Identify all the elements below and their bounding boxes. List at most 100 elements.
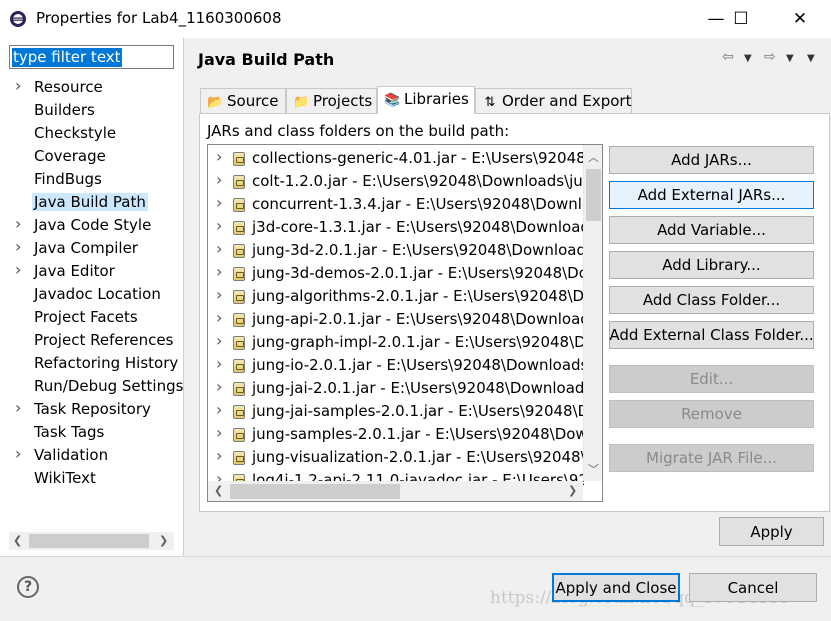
remove-button[interactable]: Remove [609,400,814,428]
back-menu-chevron-icon[interactable]: ▼ [744,53,752,64]
expand-arrow-icon[interactable]: › [216,216,222,235]
library-row[interactable]: › jung-algorithms-2.0.1.jar - E:\Users\92… [208,285,584,308]
library-row[interactable]: › collections-generic-4.01.jar - E:\Users… [208,147,584,170]
tree-item[interactable]: › Task Repository [0,398,184,421]
library-row-label: collections-generic-4.01.jar - E:\Users\… [252,149,584,167]
library-row-label: jung-graph-impl-2.0.1.jar - E:\Users\920… [252,333,584,351]
expand-arrow-icon[interactable]: › [216,308,222,327]
library-row[interactable]: › jung-3d-demos-2.0.1.jar - E:\Users\9204… [208,262,584,285]
library-row[interactable]: › jung-samples-2.0.1.jar - E:\Users\92048… [208,423,584,446]
maximize-button[interactable]: ☐ [718,0,764,38]
expand-arrow-icon[interactable]: › [216,170,222,189]
expand-arrow-icon[interactable]: › [216,400,222,419]
tree-item[interactable]: › Java Editor [0,260,184,283]
migrate-jar-button[interactable]: Migrate JAR File... [609,444,814,472]
apply-button[interactable]: Apply [719,517,824,546]
jar-file-icon [233,451,245,465]
tree-scroll-thumb[interactable] [29,534,149,548]
tree-item[interactable]: Coverage [0,145,184,168]
tree-item[interactable]: Project References [0,329,184,352]
tree-item[interactable]: Run/Debug Settings [0,375,184,398]
scroll-left-icon[interactable]: ❮ [13,534,22,547]
library-row[interactable]: › j3d-core-1.3.1.jar - E:\Users\92048\Dow… [208,216,584,239]
page-title: Java Build Path [198,50,335,69]
list-vertical-scrollbar[interactable]: ︿ ﹀ [583,145,602,481]
expand-arrow-icon[interactable]: › [15,237,21,256]
add-library-button[interactable]: Add Library... [609,251,814,279]
expand-arrow-icon[interactable]: › [216,446,222,465]
library-row[interactable]: › jung-io-2.0.1.jar - E:\Users\92048\Down… [208,354,584,377]
tree-item[interactable]: Project Facets [0,306,184,329]
expand-arrow-icon[interactable]: › [216,423,222,442]
tree-item[interactable]: › Resource [0,76,184,99]
list-horizontal-scrollbar[interactable]: ❮ ❯ [208,481,583,501]
tab-order-and-export[interactable]: ⇅ Order and Export [475,88,632,113]
library-list[interactable]: › collections-generic-4.01.jar - E:\Users… [207,144,603,502]
expand-arrow-icon[interactable]: › [216,285,222,304]
view-menu-icon[interactable]: ▼ [807,53,815,64]
scroll-left-icon[interactable]: ❮ [214,484,223,497]
tree-item[interactable]: Builders [0,99,184,122]
expand-arrow-icon[interactable]: › [216,262,222,281]
scroll-right-icon[interactable]: ❯ [159,534,168,547]
expand-arrow-icon[interactable]: › [15,260,21,279]
tree-item[interactable]: › Java Code Style [0,214,184,237]
tab-source[interactable]: 📂 Source [200,88,286,113]
jar-file-icon [233,405,245,419]
scroll-down-icon[interactable]: ﹀ [588,461,599,477]
forward-arrow-icon[interactable]: ⇨ [764,49,776,65]
cancel-button[interactable]: Cancel [689,573,817,602]
expand-arrow-icon[interactable]: › [216,331,222,350]
expand-arrow-icon[interactable]: › [216,377,222,396]
forward-menu-chevron-icon[interactable]: ▼ [786,53,794,64]
expand-arrow-icon[interactable]: › [15,214,21,233]
library-row-label: jung-samples-2.0.1.jar - E:\Users\92048\… [252,425,584,443]
add-external-jars-button[interactable]: Add External JARs... [609,181,814,209]
add-class-folder-button[interactable]: Add Class Folder... [609,286,814,314]
library-row[interactable]: › jung-graph-impl-2.0.1.jar - E:\Users\92… [208,331,584,354]
expand-arrow-icon[interactable]: › [15,398,21,417]
scroll-up-icon[interactable]: ︿ [588,149,599,165]
expand-arrow-icon[interactable]: › [216,354,222,373]
tree-item[interactable]: › Validation [0,444,184,467]
list-vertical-thumb[interactable] [586,169,601,221]
tree-item[interactable]: Javadoc Location [0,283,184,306]
help-icon[interactable]: ? [17,576,39,598]
library-row[interactable]: › jung-jai-samples-2.0.1.jar - E:\Users\9… [208,400,584,423]
close-button[interactable]: ✕ [777,0,823,38]
expand-arrow-icon[interactable]: › [15,444,21,463]
library-row[interactable]: › jung-jai-2.0.1.jar - E:\Users\92048\Dow… [208,377,584,400]
filter-input[interactable]: type filter text [9,45,174,69]
expand-arrow-icon[interactable]: › [216,147,222,166]
tree-item[interactable]: FindBugs [0,168,184,191]
library-row[interactable]: › colt-1.2.0.jar - E:\Users\92048\Downloa… [208,170,584,193]
list-horizontal-thumb[interactable] [230,484,400,499]
jar-file-icon [233,359,245,373]
expand-arrow-icon[interactable]: › [15,76,21,95]
scroll-right-icon[interactable]: ❯ [568,484,577,497]
filter-input-text: type filter text [12,48,122,67]
window-title: Properties for Lab4_1160300608 [36,9,282,27]
tree-horizontal-scrollbar[interactable]: ❮ ❯ [9,532,174,550]
tree-item[interactable]: WikiText [0,467,184,490]
library-row[interactable]: › jung-api-2.0.1.jar - E:\Users\92048\Dow… [208,308,584,331]
library-row[interactable]: › jung-3d-2.0.1.jar - E:\Users\92048\Down… [208,239,584,262]
tree-item[interactable]: Checkstyle [0,122,184,145]
apply-and-close-button[interactable]: Apply and Close [552,573,680,602]
tab-libraries[interactable]: 📚 Libraries [377,86,475,114]
expand-arrow-icon[interactable]: › [216,239,222,258]
tab-projects[interactable]: 📁 Projects [286,88,377,113]
library-row[interactable]: › jung-visualization-2.0.1.jar - E:\Users… [208,446,584,469]
expand-arrow-icon[interactable]: › [216,193,222,212]
add-variable-button[interactable]: Add Variable... [609,216,814,244]
back-arrow-icon[interactable]: ⇦ [722,49,734,65]
tree-item[interactable]: › Java Compiler [0,237,184,260]
tree-item[interactable]: Refactoring History [0,352,184,375]
tree-item[interactable]: Task Tags [0,421,184,444]
add-external-class-folder-button[interactable]: Add External Class Folder... [609,321,814,349]
tree-item[interactable]: Java Build Path [0,191,184,214]
edit-button[interactable]: Edit... [609,365,814,393]
add-jars-button[interactable]: Add JARs... [609,146,814,174]
library-row[interactable]: › concurrent-1.3.4.jar - E:\Users\92048\D… [208,193,584,216]
library-row-label: colt-1.2.0.jar - E:\Users\92048\Download… [252,172,584,190]
